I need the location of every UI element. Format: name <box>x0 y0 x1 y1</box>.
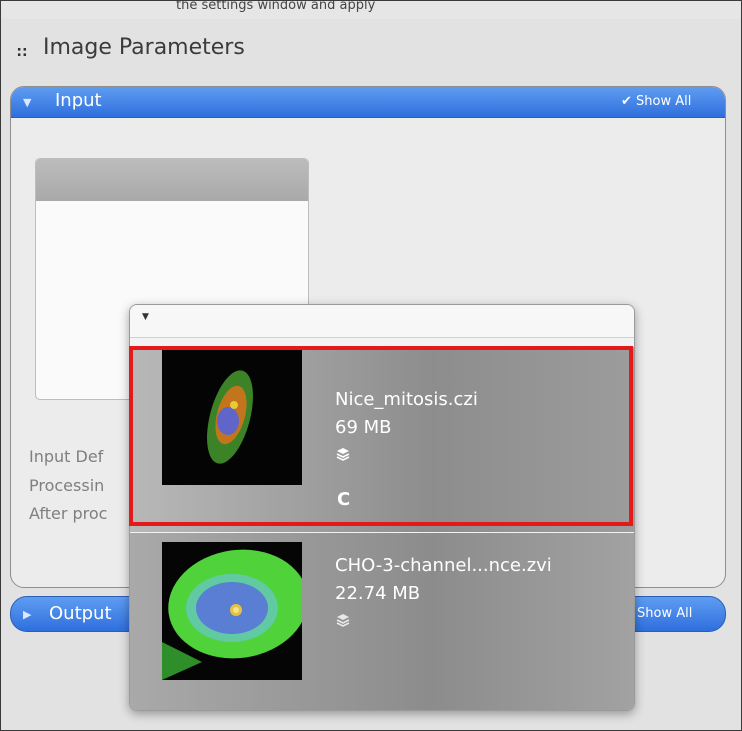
show-all-toggle[interactable]: ✔ Show All <box>621 94 691 109</box>
input-panel-label: Input <box>55 90 102 111</box>
app-frame: the settings window and apply ∷ Image Pa… <box>0 0 742 731</box>
output-show-all-toggle[interactable]: Show All <box>637 606 692 621</box>
input-definition-label: Input Def <box>29 447 104 466</box>
clipped-top-text: the settings window and apply <box>1 1 741 19</box>
show-all-label: Show All <box>636 94 692 109</box>
dropdown-item-2[interactable]: CHO-3-channel...nce.zvi 22.74 MB <box>130 533 634 710</box>
file-size: 22.74 MB <box>335 583 421 604</box>
file-name: CHO-3-channel...nce.zvi <box>335 555 552 576</box>
drag-grip-icon[interactable]: ∷ <box>17 45 27 61</box>
image-thumbnail <box>162 542 302 680</box>
dropdown-arrow-icon[interactable]: ▼ <box>142 312 149 322</box>
section-title: Image Parameters <box>43 35 245 60</box>
selection-highlight-box <box>129 346 633 526</box>
after-processing-label: After proc <box>29 504 108 523</box>
collapse-triangle-icon[interactable]: ▼ <box>23 96 31 109</box>
stack-icon <box>336 614 350 627</box>
expand-triangle-icon[interactable]: ▶ <box>23 608 31 621</box>
list-header <box>36 159 308 201</box>
dropdown-header[interactable]: ▼ <box>130 305 634 338</box>
input-panel-header[interactable]: ▼ Input ✔ Show All <box>11 87 725 118</box>
processing-label: Processin <box>29 476 105 495</box>
output-panel-label: Output <box>49 603 112 624</box>
